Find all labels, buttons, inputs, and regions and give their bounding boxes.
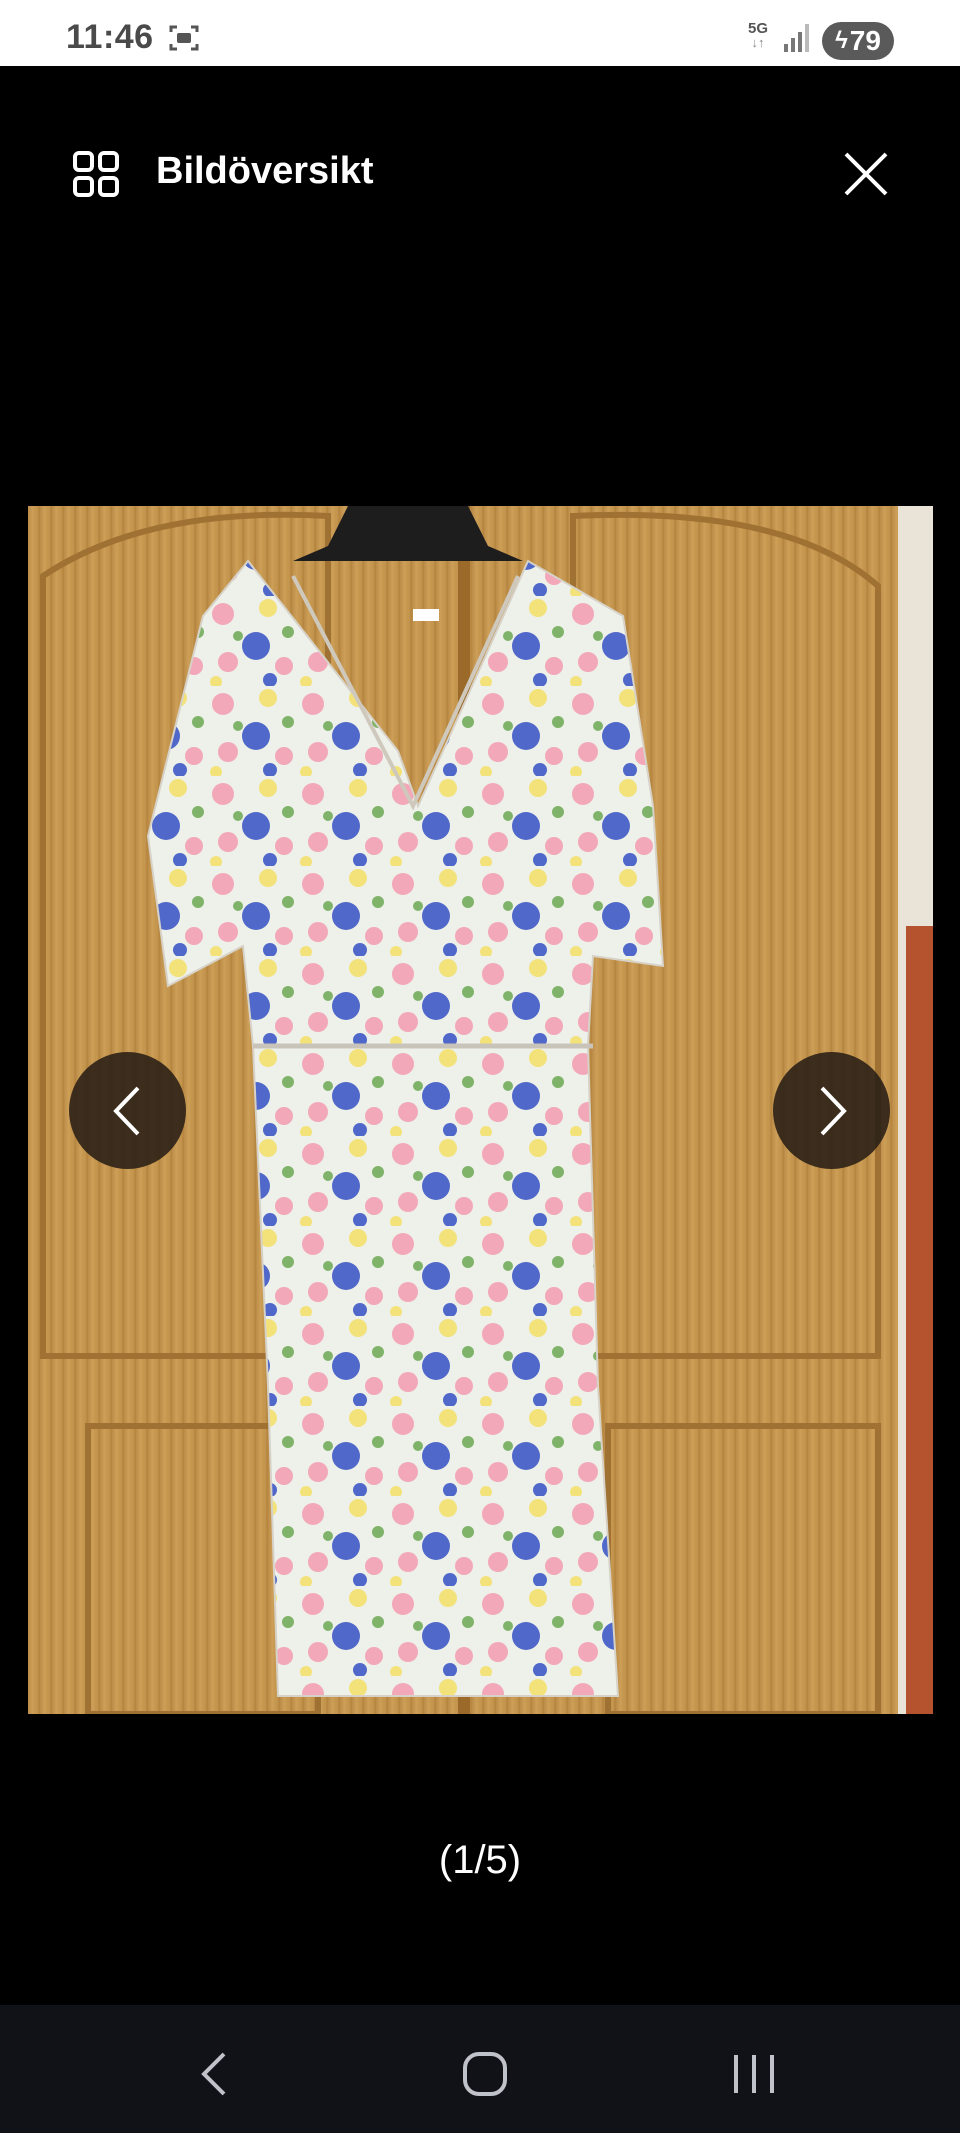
home-button[interactable] — [462, 2051, 508, 2102]
status-bar: 11:46 5G ↓↑ ϟ 79 — [0, 0, 960, 66]
system-nav-bar — [0, 2005, 960, 2133]
back-icon — [201, 2052, 226, 2096]
viewer-header — [0, 66, 960, 216]
charging-icon: ϟ — [835, 27, 848, 54]
network-indicator: 5G ↓↑ — [748, 21, 768, 50]
grid-icon[interactable] — [72, 150, 120, 203]
back-button[interactable] — [198, 2051, 230, 2102]
recents-icon — [734, 2055, 774, 2093]
status-time: 11:46 — [66, 18, 154, 56]
previous-image-button[interactable] — [69, 1052, 186, 1169]
screenshot-icon — [168, 22, 200, 59]
close-icon — [844, 152, 888, 196]
viewer-title: Bildöversikt — [156, 150, 374, 192]
chevron-left-icon — [112, 1086, 139, 1135]
next-image-button[interactable] — [773, 1052, 890, 1169]
network-arrows: ↓↑ — [751, 35, 765, 50]
recents-button[interactable] — [732, 2051, 776, 2102]
battery-indicator: ϟ 79 — [822, 22, 894, 60]
signal-icon — [784, 24, 810, 57]
image-counter: (1/5) — [438, 1838, 522, 1882]
close-button[interactable] — [842, 150, 890, 203]
home-icon — [463, 2052, 507, 2096]
chevron-right-icon — [820, 1086, 847, 1135]
battery-level: 79 — [849, 25, 881, 56]
